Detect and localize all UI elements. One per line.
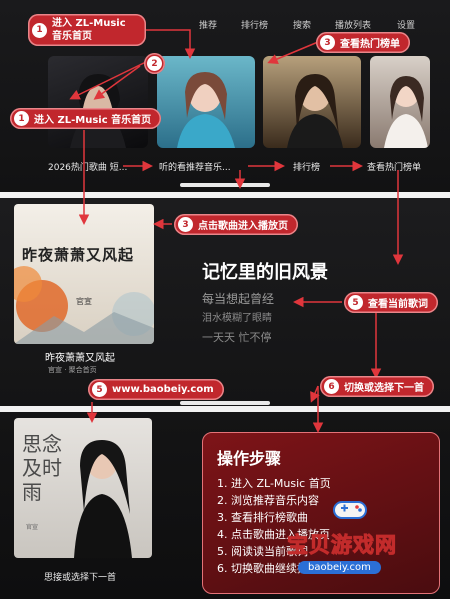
badge-number: 1 [14, 111, 29, 126]
next-song-caption: 思接或选择下一首 [44, 573, 117, 583]
badge-number: 2 [147, 56, 162, 71]
next-cover-text: 思念及时雨 [22, 432, 62, 504]
card-2-caption: 听的看推荐音乐... [159, 163, 231, 173]
step-item: 3. 查看排行榜歌曲 [217, 511, 308, 524]
steps-title: 操作步骤 [217, 449, 282, 468]
lyric-line-2: 泪水模糊了眼睛 [202, 313, 272, 324]
nav-search[interactable]: 搜索 [293, 18, 311, 31]
step-item: 2. 浏览推荐音乐内容 [217, 494, 319, 507]
step-badge-5-lyrics: 5 查看当前歌词 [344, 292, 438, 313]
badge-number: 3 [320, 35, 335, 50]
badge-text: 查看热门榜单 [340, 39, 400, 50]
watermark-title: 宝贝游戏网 [287, 533, 397, 558]
badge-text: 进入 ZL-Music 音乐首页 [34, 115, 152, 126]
nav-recommend[interactable]: 推荐 [199, 18, 217, 31]
watermark-url: baobeiy.com [298, 561, 381, 574]
badge-text: 点击歌曲进入播放页 [198, 221, 288, 232]
recommend-card-1[interactable] [48, 56, 148, 148]
nav-charts[interactable]: 排行榜 [241, 18, 268, 31]
nav-settings[interactable]: 设置 [397, 18, 415, 31]
badge-number: 6 [324, 379, 339, 394]
card-1-artwork [70, 74, 126, 148]
card-2-artwork [177, 72, 235, 148]
step-badge-3-play: 3 点击歌曲进入播放页 [174, 214, 298, 235]
lyric-line-1: 每当想起曾经 [202, 292, 275, 306]
badge-number: 5 [92, 382, 107, 397]
lyric-current: 记忆里的旧风景 [202, 262, 328, 283]
hot-list-card[interactable] [370, 56, 430, 148]
step-badge-1-home: 1 进入 ZL-Music 音乐首页 [28, 14, 146, 46]
badge-text: 查看当前歌词 [368, 299, 428, 310]
hot-list-caption: 查看热门榜单 [367, 163, 422, 173]
cover-artwork [14, 266, 154, 344]
album-cover[interactable]: 昨夜萧萧又风起 官宣 [14, 204, 154, 344]
step-badge-2: 2 [144, 53, 165, 74]
song-title: 昨夜萧萧又风起 [45, 353, 115, 364]
badge-number: 3 [178, 217, 193, 232]
nav-playlist[interactable]: 播放列表 [335, 18, 371, 31]
step-badge-6-next: 6 切换或选择下一首 [320, 376, 434, 397]
step-item: 1. 进入 ZL-Music 首页 [217, 477, 331, 490]
chart-card[interactable] [263, 56, 361, 148]
step-badge-url[interactable]: 5 www.baobeiy.com [88, 379, 224, 400]
home-scrollbar[interactable] [180, 183, 270, 187]
card-1-caption: 2026热门歌曲 短... [48, 163, 128, 173]
chart-card-artwork [287, 74, 343, 148]
cover-artist: 官宣 [76, 297, 92, 306]
song-meta: 官宣 · 聚合首页 [48, 366, 97, 374]
badge-text: 进入 ZL-Music 音乐首页 [52, 18, 126, 42]
hot-list-artwork [384, 76, 428, 148]
badge-number: 5 [348, 295, 363, 310]
badge-text: 切换或选择下一首 [344, 383, 424, 394]
next-song-cover[interactable]: 思念及时雨 官宣 [14, 418, 152, 558]
gamepad-logo-icon [332, 496, 368, 522]
site-url-text: www.baobeiy.com [112, 384, 214, 395]
lyric-line-3: 一天天 忙不停 [202, 331, 272, 344]
next-cover-small: 官宣 [26, 524, 39, 531]
cover-title: 昨夜萧萧又风起 [22, 246, 135, 264]
player-scrollbar[interactable] [180, 401, 270, 405]
chart-caption: 排行榜 [293, 163, 321, 173]
badge-number: 1 [32, 22, 47, 38]
step-badge-3-hot-list: 3 查看热门榜单 [316, 32, 410, 53]
step-badge-1-home-repeat: 1 进入 ZL-Music 音乐首页 [10, 108, 162, 129]
recommend-card-2[interactable] [157, 56, 255, 148]
